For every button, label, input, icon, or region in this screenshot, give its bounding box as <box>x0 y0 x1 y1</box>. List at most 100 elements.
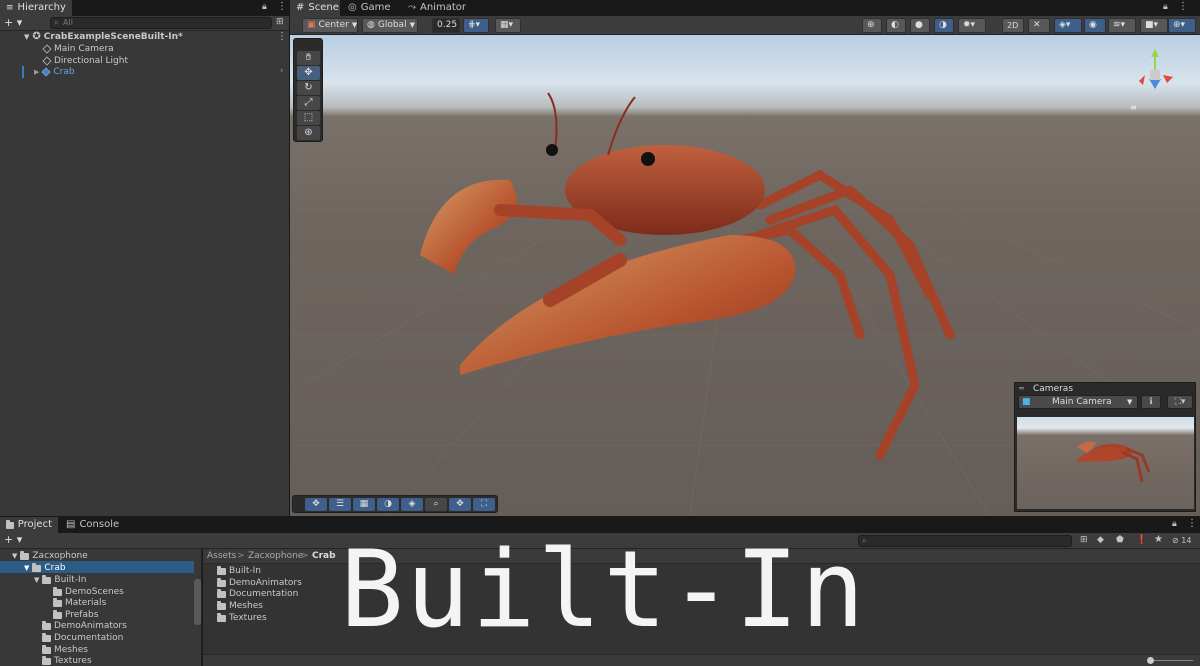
tab-console[interactable]: ▤ Console <box>60 517 120 533</box>
expand-arrow-icon[interactable]: ▼ <box>34 574 39 586</box>
selection-marker <box>22 66 24 78</box>
project-tree-item[interactable]: Materials <box>53 597 106 609</box>
orientation-gizmo[interactable] <box>1139 49 1173 89</box>
camera-info-button[interactable]: ℹ <box>1141 395 1161 409</box>
overlay-align-button[interactable]: ☰ <box>329 498 351 511</box>
overlay-camera-button[interactable]: ⛶ <box>473 498 495 511</box>
project-tree-item[interactable]: DemoAnimators <box>42 620 127 632</box>
kebab-menu-icon[interactable]: ⋮ <box>1178 1 1188 12</box>
content-item-label: Meshes <box>229 601 263 611</box>
pivot-dropdown[interactable]: ▣ Center ▼ <box>302 18 358 33</box>
zoom-slider-track[interactable] <box>1153 660 1193 661</box>
camera-settings-dropdown[interactable]: ■▾ <box>1140 18 1168 33</box>
lock-icon[interactable]: 🔒︎ <box>262 2 267 12</box>
create-asset-button[interactable]: + ▾ <box>4 533 22 546</box>
gizmos-layer-dropdown[interactable]: ≋▾ <box>1108 18 1136 33</box>
overlay-navigate-button[interactable]: ✥ <box>449 498 471 511</box>
sphere-shaded-icon: ◑ <box>939 20 947 30</box>
grid-visibility-button[interactable]: ▦▾ <box>495 18 521 33</box>
content-item[interactable]: Meshes <box>217 600 263 612</box>
star-icon[interactable]: ★ <box>1154 534 1163 545</box>
tab-scene[interactable]: # Scene <box>290 0 340 16</box>
chevron-right-icon[interactable]: › <box>280 66 284 76</box>
overlay-grid-button[interactable]: ▦ <box>353 498 375 511</box>
project-tree-item[interactable]: ▼ Zacxophone <box>12 550 88 562</box>
debug-draw-dropdown[interactable]: ✹▾ <box>958 18 986 33</box>
tab-hierarchy[interactable]: ≡ Hierarchy <box>0 0 72 16</box>
tab-animator[interactable]: ⤳ Animator <box>402 0 468 16</box>
kebab-menu-icon[interactable]: ⋮ <box>277 1 287 12</box>
overlay-search-button[interactable]: ⌕ <box>425 498 447 511</box>
rect-tool-button[interactable]: ⬚ <box>297 111 320 125</box>
search-by-type-icon[interactable]: ⊞ <box>1080 535 1088 545</box>
project-search-input[interactable]: ⌕ <box>858 535 1072 547</box>
content-item[interactable]: Textures <box>217 612 267 624</box>
hierarchy-item-crab[interactable]: ▶ Crab <box>34 66 75 78</box>
hierarchy-search-input[interactable]: ⌕ All <box>50 17 272 29</box>
rect-icon: ⬚ <box>303 112 314 123</box>
chevron-down-icon: ▼ <box>351 21 358 29</box>
breadcrumb-item[interactable]: Assets <box>207 551 236 561</box>
project-tree-item[interactable]: ▼ Built-In <box>34 574 86 586</box>
gizmos-dropdown[interactable]: ⊕▾ <box>1168 18 1196 33</box>
zoom-slider-thumb[interactable] <box>1147 657 1154 664</box>
hand-tool-button[interactable]: ✋︎ <box>297 51 320 65</box>
tree-scrollbar[interactable] <box>194 579 201 625</box>
move-icon: ✥ <box>304 67 313 78</box>
kebab-menu-icon[interactable]: ⋮ <box>1187 518 1197 529</box>
2d-toggle[interactable]: 2D <box>1002 18 1024 33</box>
tab-game[interactable]: ◎ Game <box>342 0 392 16</box>
breadcrumb-item[interactable]: Crab <box>312 551 336 561</box>
eye-icon: ◉ <box>1089 20 1097 30</box>
render-mode-unlit[interactable]: ● <box>910 18 930 33</box>
project-tree-item[interactable]: Textures <box>42 655 92 666</box>
scene-root-row[interactable]: ▼ ✪ CrabExampleSceneBuilt-In* <box>24 31 183 43</box>
overlay-shading-button[interactable]: ◑ <box>377 498 399 511</box>
crab-claw-left <box>420 179 517 275</box>
expand-arrow-icon[interactable]: ▼ <box>24 31 29 43</box>
overlay-layers-button[interactable]: ◈ <box>401 498 423 511</box>
render-mode-shaded[interactable]: ◑ <box>934 18 954 33</box>
drag-handle-icon[interactable]: ═ <box>1019 384 1024 393</box>
overlay-title: Built-In <box>340 528 867 651</box>
lighting-toggle[interactable]: ✕ <box>1028 18 1050 33</box>
scene-menu-icon[interactable]: ⋮ <box>277 31 287 42</box>
project-tree-item[interactable]: Documentation <box>42 632 123 644</box>
scale-tool-button[interactable]: ⤢ <box>297 96 320 110</box>
render-mode-shaded-wire[interactable]: ◐ <box>886 18 906 33</box>
camera-select-dropdown[interactable]: ■ Main Camera ▼ <box>1018 395 1138 409</box>
rotate-tool-button[interactable]: ↻ <box>297 81 320 95</box>
effects-dropdown[interactable]: ◈▾ <box>1054 18 1082 33</box>
lock-icon[interactable]: 🔒︎ <box>1172 519 1177 529</box>
hierarchy-item-main-camera[interactable]: Main Camera <box>42 43 114 55</box>
folder-icon <box>42 620 51 630</box>
camera-options-button[interactable]: ⛶▾ <box>1167 395 1193 409</box>
grid-snap-button[interactable]: ⋕▾ <box>463 18 489 33</box>
tag-icon[interactable]: ⬟ <box>1116 535 1124 545</box>
bug-icon: ✹▾ <box>963 20 976 30</box>
crab-claw-right <box>460 235 796 375</box>
breadcrumb-item[interactable]: Zacxophone <box>248 551 303 561</box>
alert-icon[interactable]: ❗ <box>1136 535 1147 545</box>
visibility-toggle[interactable]: ◉ <box>1084 18 1106 33</box>
search-by-type-icon[interactable]: ⊞ <box>276 17 284 27</box>
expand-arrow-icon[interactable]: ▼ <box>24 562 29 574</box>
content-item[interactable]: Documentation <box>217 588 298 600</box>
content-item[interactable]: Built-In <box>217 565 261 577</box>
render-mode-wireframe[interactable]: ⊕ <box>862 18 882 33</box>
content-item-label: Textures <box>229 613 267 623</box>
move-tool-button[interactable]: ✥ <box>297 66 320 80</box>
expand-arrow-icon[interactable]: ▶ <box>34 66 39 78</box>
space-dropdown[interactable]: ◍ Global ▼ <box>362 18 418 33</box>
project-tree-item[interactable]: ▼ Crab <box>24 562 66 574</box>
overlay-move-button[interactable]: ✥ <box>305 498 327 511</box>
expand-arrow-icon[interactable]: ▼ <box>12 550 17 562</box>
transform-tool-button[interactable]: ⊛ <box>297 126 320 140</box>
search-placeholder: All <box>63 18 73 27</box>
add-object-button[interactable]: + ▾ <box>4 16 22 29</box>
filter-by-label-icon[interactable]: ◆ <box>1097 535 1104 545</box>
lock-icon[interactable]: 🔒︎ <box>1163 2 1168 12</box>
snap-increment-field[interactable]: 0.25 <box>432 18 460 33</box>
hidden-packages-toggle[interactable]: ⊘ 14 <box>1172 536 1191 545</box>
tab-project[interactable]: Project <box>0 517 58 533</box>
